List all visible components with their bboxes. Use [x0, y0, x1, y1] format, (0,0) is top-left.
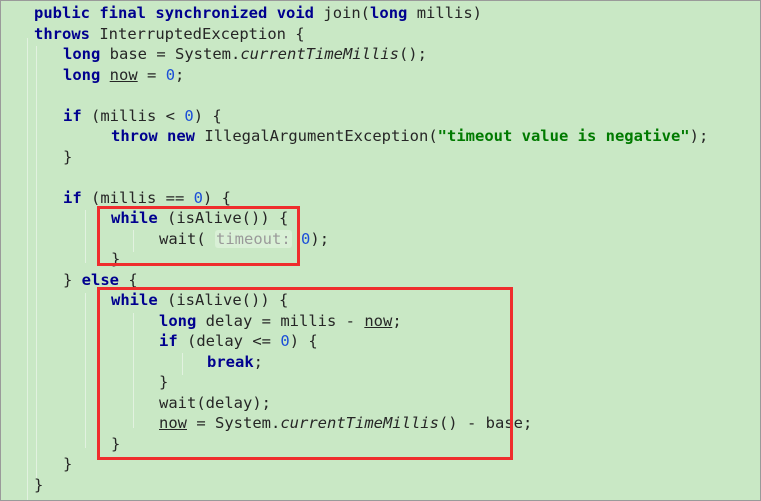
code-line-21[interactable]: now = System.currentTimeMillis() - base;: [159, 413, 532, 434]
code-line-24[interactable]: }: [34, 475, 43, 496]
code-line-20[interactable]: wait(delay);: [159, 393, 271, 414]
code-line-13[interactable]: }: [111, 249, 120, 270]
code-line-11[interactable]: while (isAlive()) {: [111, 208, 288, 229]
code-line-16[interactable]: long delay = millis - now;: [159, 311, 402, 332]
code-line-22[interactable]: }: [111, 434, 120, 455]
code-line-6[interactable]: if (millis < 0) {: [63, 106, 222, 127]
code-line-23[interactable]: }: [63, 454, 72, 475]
code-line-4[interactable]: long now = 0;: [63, 65, 184, 86]
parameter-hint-timeout: timeout:: [215, 229, 292, 248]
code-line-10[interactable]: if (millis == 0) {: [63, 188, 231, 209]
code-line-14[interactable]: } else {: [63, 270, 138, 291]
code-line-17[interactable]: if (delay <= 0) {: [159, 331, 318, 352]
code-line-19[interactable]: }: [159, 372, 168, 393]
code-line-1[interactable]: public final synchronized void join(long…: [34, 3, 482, 24]
code-editor-surface[interactable]: public final synchronized void join(long…: [1, 1, 760, 500]
code-snippet-screenshot: public final synchronized void join(long…: [0, 0, 761, 501]
code-line-2[interactable]: throws InterruptedException {: [34, 24, 305, 45]
code-line-7[interactable]: throw new IllegalArgumentException("time…: [111, 126, 708, 147]
code-line-15[interactable]: while (isAlive()) {: [111, 290, 288, 311]
code-line-12[interactable]: wait( timeout: 0);: [159, 229, 329, 250]
code-line-8[interactable]: }: [63, 147, 72, 168]
code-text-layer[interactable]: public final synchronized void join(long…: [1, 1, 760, 500]
code-line-18[interactable]: break;: [207, 352, 263, 373]
code-line-3[interactable]: long base = System.currentTimeMillis();: [63, 44, 427, 65]
